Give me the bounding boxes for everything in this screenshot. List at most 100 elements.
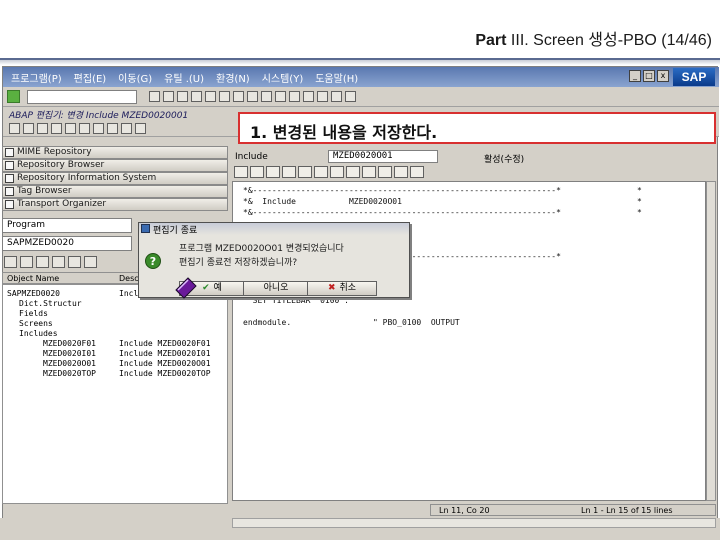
- no-button[interactable]: 아니오: [243, 281, 309, 296]
- tree-row[interactable]: MZED0020O01: [43, 359, 96, 369]
- cancel-icon[interactable]: [191, 91, 202, 102]
- object-list-icon[interactable]: [135, 123, 146, 134]
- tree-row[interactable]: MZED0020I01: [43, 349, 96, 359]
- mime-repository-button[interactable]: MIME Repository: [2, 146, 228, 159]
- activate-icon[interactable]: [93, 123, 104, 134]
- callout-text: 1. 변경된 내용을 저장한다.: [250, 123, 438, 142]
- last-page-icon[interactable]: [289, 91, 300, 102]
- editor-status-bar: Ln 11, Co 20 Ln 1 - Ln 15 of 15 lines: [430, 504, 716, 516]
- vertical-scrollbar[interactable]: [706, 181, 716, 501]
- collapse-icon[interactable]: [52, 256, 65, 268]
- horizontal-scrollbar[interactable]: [232, 518, 716, 528]
- nav-label: Repository Information System: [17, 173, 157, 183]
- new-session-icon[interactable]: [303, 91, 314, 102]
- prev-page-icon[interactable]: [261, 91, 272, 102]
- menu-item[interactable]: 환경(N): [216, 70, 250, 85]
- bookmark-icon[interactable]: [410, 166, 424, 178]
- tree-row[interactable]: Includes: [19, 329, 58, 339]
- find-icon[interactable]: [219, 91, 230, 102]
- tree-row[interactable]: MZED0020TOP: [43, 369, 96, 379]
- code-line: *& Include MZED0020O01: [243, 197, 402, 206]
- forward-arrow-icon[interactable]: [23, 123, 34, 134]
- navigation-buttons: MIME Repository Repository Browser Repos…: [2, 146, 228, 211]
- transport-organizer-button[interactable]: Transport Organizer: [2, 198, 228, 211]
- tree-row-name: Dict.Structur: [19, 299, 82, 308]
- copy-icon[interactable]: [250, 166, 264, 178]
- dialog-titlebar: 편집기 종료: [139, 223, 409, 236]
- pattern-icon[interactable]: [314, 166, 328, 178]
- cursor-position: Ln 11, Co 20: [439, 506, 490, 515]
- green-check-icon[interactable]: [394, 166, 408, 178]
- repository-info-system-button[interactable]: Repository Information System: [2, 172, 228, 185]
- shortcut-icon[interactable]: [317, 91, 328, 102]
- menu-bar: 프로그램(P) 편집(E) 이동(G) 유틸 .(U) 환경(N) 시스템(Y) 도움말(H…: [3, 67, 719, 87]
- code-line-end: *: [637, 197, 642, 206]
- object-type-select[interactable]: Program: [2, 218, 132, 233]
- tag-browser-button[interactable]: Tag Browser: [2, 185, 228, 198]
- clipboard-icon[interactable]: [362, 166, 376, 178]
- next-page-icon[interactable]: [275, 91, 286, 102]
- tree-row[interactable]: Screens: [19, 319, 53, 329]
- browser-icon: [5, 161, 14, 170]
- refresh-icon[interactable]: [68, 256, 81, 268]
- menu-item[interactable]: 프로그램(P): [11, 70, 62, 85]
- maximize-button[interactable]: □: [643, 70, 655, 82]
- nav-label: MIME Repository: [17, 147, 92, 157]
- insert-icon[interactable]: [378, 166, 392, 178]
- back-icon[interactable]: [163, 91, 174, 102]
- menu-item[interactable]: 이동(G): [118, 70, 152, 85]
- command-field[interactable]: [27, 90, 137, 104]
- menu-item[interactable]: 유틸 .(U): [164, 70, 204, 85]
- menu-item[interactable]: 시스템(Y): [262, 70, 304, 85]
- tree-row[interactable]: SAPMZED0020: [7, 289, 60, 299]
- help-icon[interactable]: [345, 91, 356, 102]
- other-object-icon[interactable]: [37, 123, 48, 134]
- redo-icon[interactable]: [298, 166, 312, 178]
- mime-icon: [5, 148, 14, 157]
- tree-row-name: Includes: [19, 329, 58, 338]
- find-next-icon[interactable]: [233, 91, 244, 102]
- menu-item[interactable]: 편집(E): [74, 70, 107, 85]
- first-page-icon[interactable]: [247, 91, 258, 102]
- close-button[interactable]: x: [657, 70, 669, 82]
- expand-icon[interactable]: [36, 256, 49, 268]
- minimize-button[interactable]: _: [629, 70, 641, 82]
- exit-icon[interactable]: [177, 91, 188, 102]
- tree-row-name: Fields: [19, 309, 48, 318]
- check-icon[interactable]: [79, 123, 90, 134]
- tree-toolbar: [4, 256, 97, 268]
- where-used-icon[interactable]: [121, 123, 132, 134]
- print-icon[interactable]: [205, 91, 216, 102]
- undo-icon[interactable]: [282, 166, 296, 178]
- enter-icon[interactable]: [7, 90, 20, 103]
- standard-toolbar-icons: [149, 91, 356, 102]
- pretty-printer-icon[interactable]: [330, 166, 344, 178]
- tree-row[interactable]: MZED0020F01: [43, 339, 96, 349]
- save-icon[interactable]: [149, 91, 160, 102]
- slide-title-prefix: Part: [475, 32, 507, 49]
- menu-items: 프로그램(P) 편집(E) 이동(G) 유틸 .(U) 환경(N) 시스템(Y) 도움말(H…: [11, 70, 358, 85]
- repository-browser-button[interactable]: Repository Browser: [2, 159, 228, 172]
- up-icon[interactable]: [4, 256, 17, 268]
- back-arrow-icon[interactable]: [9, 123, 20, 134]
- filter-icon[interactable]: [84, 256, 97, 268]
- paste-icon[interactable]: [266, 166, 280, 178]
- cancel-button[interactable]: ✖ 취소: [307, 281, 377, 296]
- slide-header: Part III. Screen 생성-PBO (14/46): [0, 0, 720, 65]
- menu-item[interactable]: 도움말(H): [315, 70, 358, 85]
- display-change-icon[interactable]: [51, 123, 62, 134]
- instruction-callout: 1. 변경된 내용을 저장한다.: [238, 112, 716, 144]
- block-icon[interactable]: [346, 166, 360, 178]
- cancel-label: 취소: [339, 283, 357, 293]
- tree-row[interactable]: Fields: [19, 309, 48, 319]
- cut-icon[interactable]: [234, 166, 248, 178]
- tree-row[interactable]: Dict.Structur: [19, 299, 82, 309]
- layout-icon[interactable]: [331, 91, 342, 102]
- down-icon[interactable]: [20, 256, 33, 268]
- test-icon[interactable]: [107, 123, 118, 134]
- tree-row-desc: Include MZED0020F01: [119, 339, 211, 348]
- transport-icon: [5, 200, 14, 209]
- object-name-input[interactable]: SAPMZED0020: [2, 236, 132, 251]
- active-inactive-icon[interactable]: [65, 123, 76, 134]
- slide-title-rest: III. Screen 생성-PBO (14/46): [506, 32, 712, 49]
